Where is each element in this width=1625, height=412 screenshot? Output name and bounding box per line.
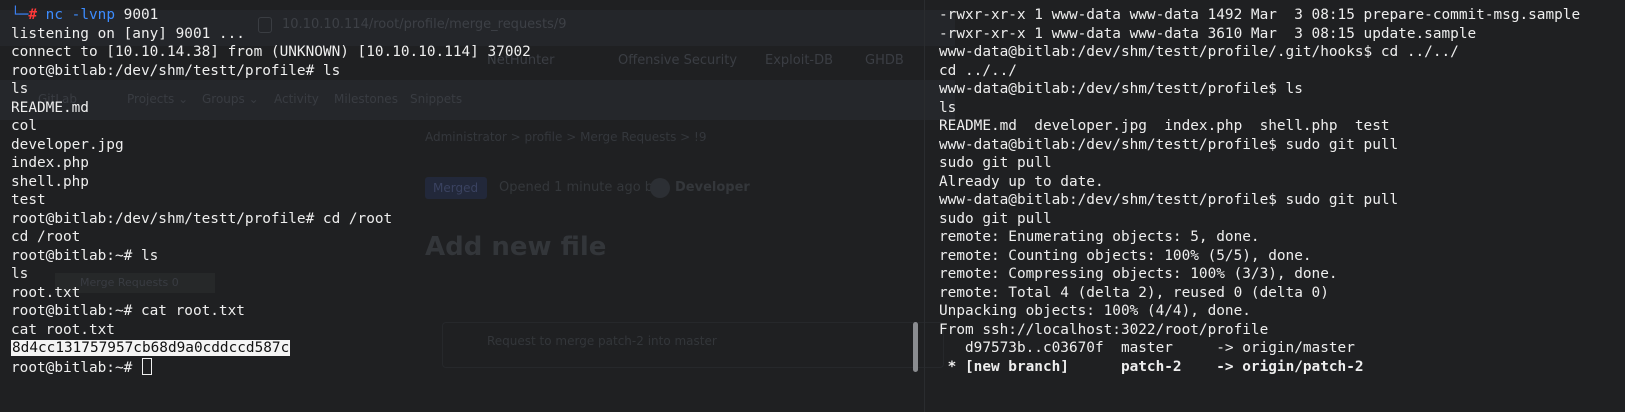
terminal-output-left: └─# nc -lvnp 9001 listening on [any] 900… (11, 6, 531, 376)
prompt-line: └─# nc -lvnp 9001 (11, 6, 531, 25)
terminal-line: listening on [any] 9001 ... (11, 25, 245, 42)
terminal-line: README.md (11, 99, 89, 116)
selected-flag-text[interactable]: 8d4cc131757957cb68d9a0cddccd587c (11, 340, 291, 356)
command-nc: nc -lvnp (45, 7, 115, 23)
terminal-line: root@bitlab:~# ls (11, 247, 159, 264)
active-prompt-line[interactable]: root@bitlab:~# (11, 357, 531, 377)
pane-divider[interactable] (924, 0, 925, 412)
terminal-line: connect to [10.10.14.38] from (UNKNOWN) … (11, 44, 531, 60)
flag-line: 8d4cc131757957cb68d9a0cddccd587c (11, 339, 531, 358)
terminal-line: www-data@bitlab:/dev/shm/testt/profile$ … (939, 136, 1399, 153)
new-branch-ref: origin/patch-2 (1242, 358, 1364, 375)
terminal-line: www-data@bitlab:/dev/shm/testt/profile$ … (939, 81, 1303, 97)
new-branch-line: * [new branch] patch-2 -> origin/patch-2 (939, 358, 1580, 377)
terminal-line: www-data@bitlab:/dev/shm/testt/profile$ … (939, 192, 1399, 208)
terminal-line: col (11, 118, 37, 134)
terminal-line: sudo git pull (939, 210, 1052, 227)
terminal-pane-right[interactable]: -rwxr-xr-x 1 www-data www-data 1492 Mar … (928, 0, 1625, 412)
terminal-line: root@bitlab:/dev/shm/testt/profile# ls (11, 62, 341, 79)
terminal-line: remote: Total 4 (delta 2), reused 0 (del… (939, 284, 1329, 301)
terminal-line: -rwxr-xr-x 1 www-data www-data 1492 Mar … (939, 7, 1581, 23)
terminal-line: remote: Compressing objects: 100% (3/3),… (939, 266, 1338, 282)
terminal-line: root.txt (11, 284, 81, 301)
terminal-line: cd ../../ (939, 62, 1017, 79)
command-arg: 9001 (123, 7, 159, 23)
new-branch-prefix: * [new branch] patch-2 -> (939, 358, 1243, 375)
terminal-pane-left[interactable]: └─# nc -lvnp 9001 listening on [any] 900… (0, 0, 920, 412)
cursor (141, 357, 152, 375)
terminal-line: README.md developer.jpg index.php shell.… (939, 118, 1390, 134)
prompt-prefix: └─ (11, 7, 29, 23)
scrollbar-thumb[interactable] (913, 322, 918, 372)
terminal-line: remote: Enumerating objects: 5, done. (939, 229, 1260, 245)
terminal-line: developer.jpg (11, 136, 124, 153)
terminal-line: sudo git pull (939, 155, 1052, 171)
terminal-line: index.php (11, 155, 89, 171)
terminal-line: ls (939, 99, 957, 116)
terminal-line: -rwxr-xr-x 1 www-data www-data 3610 Mar … (939, 25, 1477, 42)
terminal-line: Unpacking objects: 100% (4/4), done. (939, 303, 1251, 319)
terminal-line: Already up to date. (939, 173, 1104, 190)
terminal-line: root@bitlab:~# cat root.txt (11, 303, 245, 319)
terminal-line: cat root.txt (11, 321, 115, 338)
terminal-line: ls (11, 81, 29, 97)
final-prompt: root@bitlab:~# (11, 359, 141, 376)
terminal-line: remote: Counting objects: 100% (5/5), do… (939, 247, 1312, 264)
terminal-line: d97573b..c03670f master -> origin/master (939, 340, 1355, 356)
terminal-output-right: -rwxr-xr-x 1 www-data www-data 1492 Mar … (939, 6, 1580, 376)
terminal-line: From ssh://localhost:3022/root/profile (939, 321, 1269, 338)
terminal-line: test (11, 192, 46, 208)
terminal-line: www-data@bitlab:/dev/shm/testt/profile/.… (939, 44, 1459, 60)
terminal-line: root@bitlab:/dev/shm/testt/profile# cd /… (11, 210, 393, 227)
terminal-line: ls (11, 266, 29, 282)
terminal-line: cd /root (11, 229, 81, 245)
terminal-line: shell.php (11, 173, 89, 190)
root-hash: # (28, 7, 37, 23)
